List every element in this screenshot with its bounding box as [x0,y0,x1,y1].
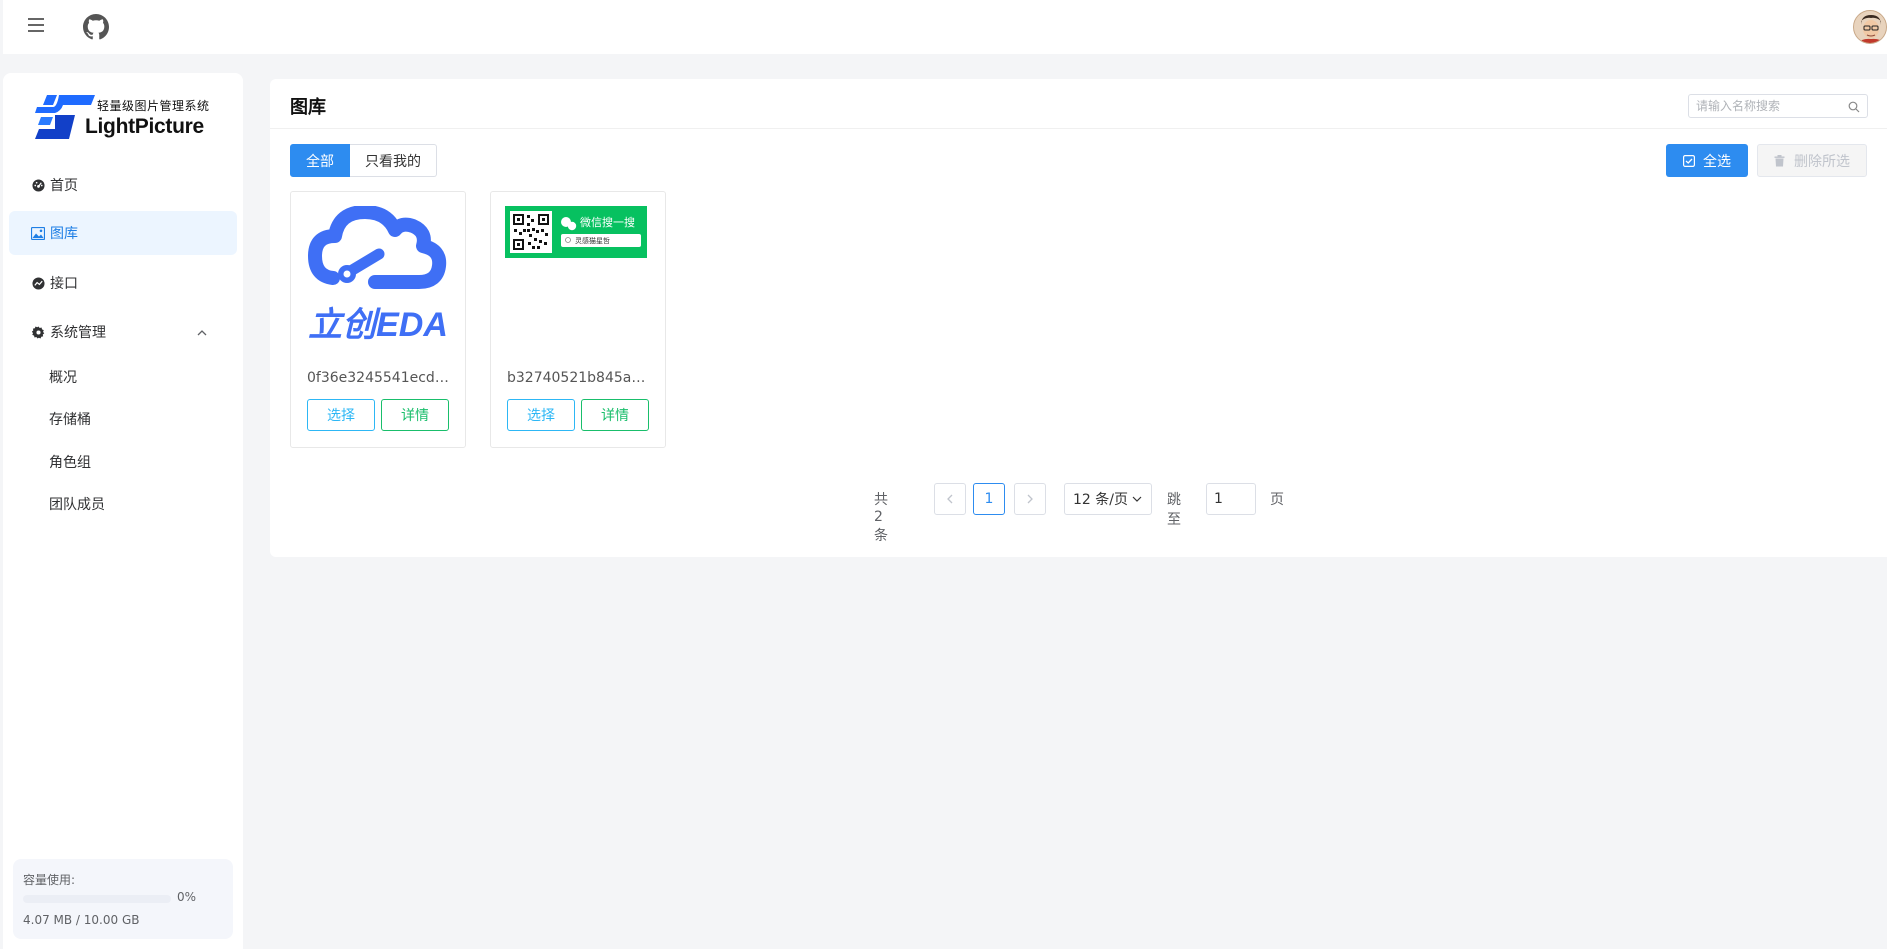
next-page-button[interactable] [1014,483,1046,515]
jump-page-input[interactable] [1206,483,1256,515]
sidebar-item-label: 系统管理 [50,325,106,341]
gallery-panel: 图库 全部 只看我的 全选 删除所选 立创EDA 0f36e3245541ecd… [270,79,1887,557]
select-all-label: 全选 [1703,153,1731,170]
sidebar-item-home[interactable]: 首页 [9,163,237,207]
image-thumbnail[interactable]: 立创EDA [305,206,451,346]
logo[interactable]: 轻量级图片管理系统 LightPicture [33,93,223,143]
select-all-button[interactable]: 全选 [1666,144,1748,177]
sidebar-subitem-label: 团队成员 [49,497,105,513]
page-suffix: 页 [1270,492,1284,508]
jump-label: 跳至 [1167,492,1181,528]
sidebar-subitem-label: 概况 [49,370,77,386]
top-bar [3,0,1887,54]
chevron-right-icon [1027,494,1033,504]
image-card[interactable]: 微信搜一搜 灵感猫星哲 b32740521b845ad... 选择 详情 [490,191,666,448]
logo-subtitle: 轻量级图片管理系统 [97,99,210,113]
image-thumbnail[interactable]: 微信搜一搜 灵感猫星哲 [505,206,651,346]
quota-percent: 0% [177,890,197,904]
github-icon[interactable] [83,14,109,40]
trash-icon [1774,154,1786,167]
card-filename: b32740521b845ad... [507,370,653,386]
hamburger-icon[interactable] [25,14,47,36]
page-number-button[interactable]: 1 [973,483,1005,515]
storage-quota: 容量使用: 0% 4.07 MB / 10.00 GB [13,859,233,939]
sidebar-subitem-roles[interactable]: 角色组 [9,442,237,482]
sidebar-item-api[interactable]: 接口 [9,261,237,305]
chevron-left-icon [947,494,953,504]
sidebar-item-label: 首页 [50,178,78,194]
sidebar-subitem-members[interactable]: 团队成员 [9,484,237,524]
chevron-up-icon [197,325,207,339]
quota-size: 4.07 MB / 10.00 GB [23,913,140,927]
sidebar-subitem-label: 存储桶 [49,412,91,428]
select-button[interactable]: 选择 [307,399,375,431]
search-input[interactable] [1688,94,1868,118]
sidebar: 轻量级图片管理系统 LightPicture 首页 图库 接口 系统管理 概况 … [3,73,243,949]
dashboard-icon [31,178,45,192]
sidebar-item-gallery[interactable]: 图库 [9,211,237,255]
panel-header: 图库 [270,79,1887,129]
filter-mine-button[interactable]: 只看我的 [350,144,437,177]
image-icon [31,226,45,240]
quota-title: 容量使用: [23,873,76,887]
logo-title: LightPicture [85,115,204,138]
filter-all-button[interactable]: 全部 [290,144,350,177]
detail-button[interactable]: 详情 [581,399,649,431]
select-button[interactable]: 选择 [507,399,575,431]
card-filename: 0f36e3245541ecde.... [307,370,453,386]
image-card[interactable]: 立创EDA 0f36e3245541ecde.... 选择 详情 [290,191,466,448]
page-size-label: 12 条/页 [1073,492,1128,508]
delete-selected-button[interactable]: 删除所选 [1757,144,1867,177]
gear-icon [31,325,45,339]
prev-page-button[interactable] [934,483,966,515]
delete-selected-label: 删除所选 [1794,153,1850,170]
card-image-text: 微信搜一搜 [580,215,635,229]
sidebar-subitem-label: 角色组 [49,455,91,471]
sidebar-item-system[interactable]: 系统管理 [9,310,237,354]
page-size-select[interactable]: 12 条/页 [1064,483,1152,515]
card-image-text: 立创EDA [308,306,448,344]
chevron-down-icon [1132,496,1142,502]
quota-progress-bar [23,895,171,903]
detail-button[interactable]: 详情 [381,399,449,431]
card-image-subtext: 灵感猫星哲 [575,236,610,245]
pagination-total: 共 2 条 [874,492,888,544]
checkbox-icon [1683,154,1696,167]
sidebar-item-label: 图库 [50,226,78,242]
sidebar-item-label: 接口 [50,276,78,292]
search-icon[interactable] [1848,98,1862,113]
user-avatar[interactable] [1853,10,1887,44]
api-icon [31,276,45,290]
sidebar-subitem-buckets[interactable]: 存储桶 [9,399,237,439]
sidebar-subitem-overview[interactable]: 概况 [9,357,237,397]
filter-toggle: 全部 只看我的 [290,144,437,177]
page-title: 图库 [290,97,326,118]
